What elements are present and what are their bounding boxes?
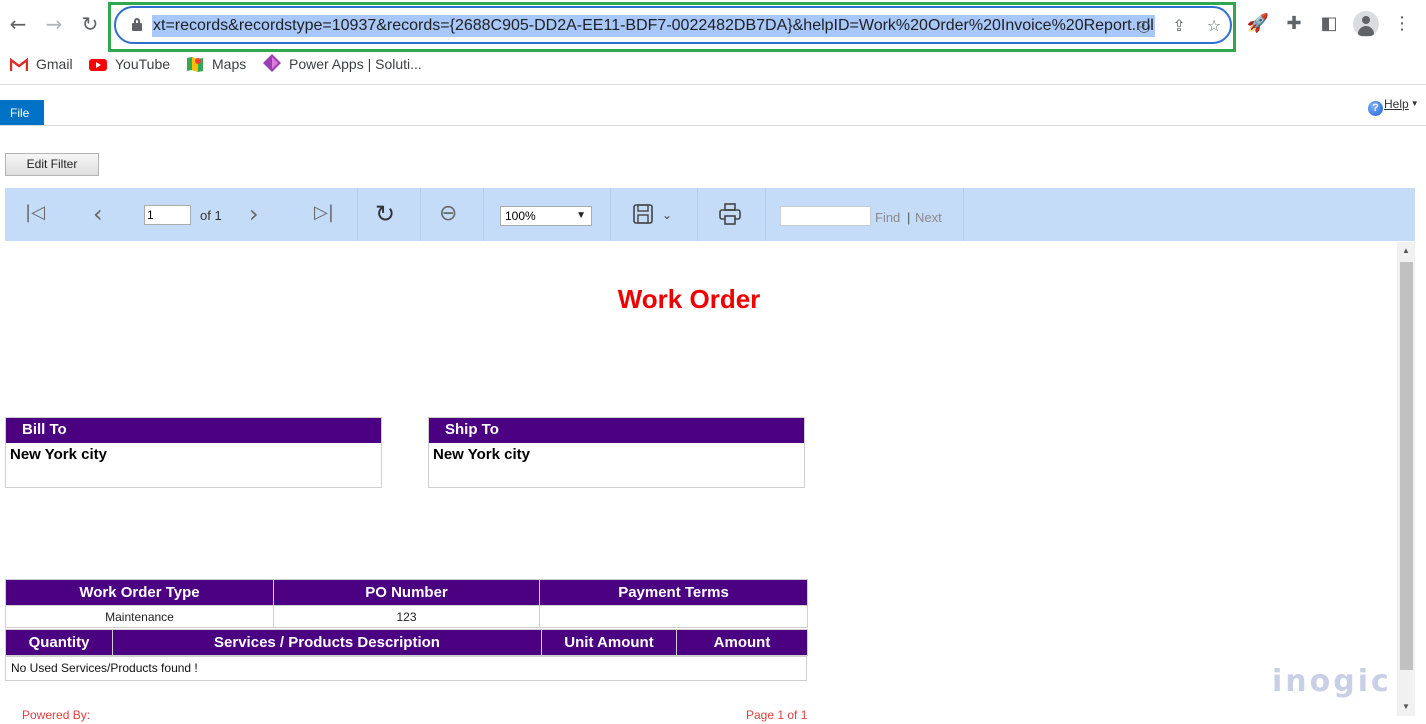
ship-to-header: Ship To: [429, 418, 804, 443]
page-indicator: Page 1 of 1: [746, 708, 808, 722]
side-panel-icon[interactable]: ◧: [1317, 12, 1341, 36]
report-title: Work Order: [617, 284, 761, 314]
ribbon-divider: [0, 125, 1426, 126]
bookmark-maps[interactable]: Maps: [186, 54, 246, 74]
header-quantity: Quantity: [5, 629, 113, 656]
export-save-icon[interactable]: [633, 204, 653, 228]
find-text-input[interactable]: [780, 206, 871, 226]
find-separator: |: [907, 210, 911, 225]
help-icon: ?: [1368, 101, 1383, 116]
url-text[interactable]: xt=records&recordstype=10937&records={26…: [152, 15, 1155, 37]
page-count-label: of 1: [200, 208, 222, 223]
profile-avatar[interactable]: [1353, 11, 1379, 37]
report-page: Work Order Bill To New York city Ship To…: [0, 242, 1397, 724]
po-number-value: 123: [273, 605, 540, 628]
header-po-number: PO Number: [273, 579, 540, 606]
report-toolbar: |◁ ‹ 1 of 1 › ▷| ↻ ⊖ 100% ▼ ⌄ Find | Next: [5, 188, 1415, 241]
more-menu-icon[interactable]: ⋮: [1390, 12, 1414, 36]
file-tab[interactable]: File: [0, 100, 44, 125]
back-to-parent-icon[interactable]: ⊖: [439, 201, 457, 226]
rocket-extension-icon[interactable]: 🚀: [1246, 12, 1270, 36]
chrome-divider: [0, 84, 1426, 85]
toolbar-separator: [963, 188, 964, 241]
share-icon[interactable]: ⇪: [1169, 16, 1189, 36]
forward-arrow-icon[interactable]: →: [42, 12, 66, 36]
last-page-icon[interactable]: ▷|: [314, 202, 334, 223]
toolbar-separator: [610, 188, 611, 241]
edit-filter-button[interactable]: Edit Filter: [5, 153, 99, 176]
toolbar-separator: [420, 188, 421, 241]
refresh-icon[interactable]: ↻: [375, 200, 395, 228]
summary-table: Work Order Type PO Number Payment Terms …: [5, 579, 808, 628]
previous-page-icon[interactable]: ‹: [93, 200, 103, 228]
find-next-link[interactable]: Next: [915, 210, 942, 225]
bill-to-value: New York city: [10, 446, 107, 463]
summary-value-row: Maintenance 123: [5, 605, 808, 628]
powered-by-label: Powered By:: [22, 708, 91, 722]
payment-terms-value: [539, 605, 808, 628]
empty-items-message: No Used Services/Products found !: [5, 656, 807, 681]
items-table: Quantity Services / Products Description…: [5, 629, 808, 656]
items-header-row: Quantity Services / Products Description…: [5, 629, 808, 656]
bill-to-header: Bill To: [6, 418, 381, 443]
bill-to-box: Bill To New York city: [5, 417, 382, 488]
extensions-puzzle-icon[interactable]: ✚: [1282, 12, 1306, 36]
reload-icon[interactable]: ↻: [78, 12, 102, 36]
scroll-up-icon[interactable]: ▲: [1402, 246, 1410, 255]
bookmarks-bar: Gmail YouTube Maps Power Apps | Soluti..…: [0, 50, 1426, 78]
header-work-order-type: Work Order Type: [5, 579, 274, 606]
inogic-watermark-logo: inogic: [1272, 664, 1392, 699]
toolbar-separator: [357, 188, 358, 241]
bookmark-star-icon[interactable]: ☆: [1204, 16, 1224, 36]
toolbar-separator: [483, 188, 484, 241]
next-page-icon[interactable]: ›: [249, 200, 259, 228]
toolbar-separator: [697, 188, 698, 241]
vertical-scrollbar[interactable]: ▲ ▼: [1397, 242, 1415, 716]
page-number-input[interactable]: 1: [144, 205, 191, 225]
power-apps-icon: [263, 54, 281, 72]
maps-icon: [186, 56, 204, 72]
summary-header-row: Work Order Type PO Number Payment Terms: [5, 579, 808, 606]
ship-to-value: New York city: [433, 446, 530, 463]
first-page-icon[interactable]: |◁: [25, 202, 45, 223]
bookmark-gmail[interactable]: Gmail: [9, 54, 73, 74]
toolbar-separator: [765, 188, 766, 241]
help-menu[interactable]: ? Help ▼: [1368, 95, 1419, 116]
ship-to-box: Ship To New York city: [428, 417, 805, 488]
back-arrow-icon[interactable]: ←: [6, 12, 30, 36]
browser-toolbar: ← → ↻ xt=records&recordstype=10937&recor…: [0, 0, 1426, 52]
caret-down-icon: ▼: [1410, 99, 1419, 108]
export-dropdown-chevron-icon[interactable]: ⌄: [662, 208, 672, 222]
zoom-select[interactable]: 100% ▼: [500, 206, 592, 226]
bookmark-power-apps[interactable]: Power Apps | Soluti...: [263, 54, 422, 74]
scroll-thumb[interactable]: [1400, 262, 1413, 670]
find-link[interactable]: Find: [875, 210, 900, 225]
chevron-down-icon: ▼: [576, 210, 586, 221]
header-unit-amount: Unit Amount: [541, 629, 677, 656]
print-icon[interactable]: [719, 203, 741, 229]
header-amount: Amount: [676, 629, 808, 656]
help-label: Help: [1384, 97, 1409, 111]
header-description: Services / Products Description: [112, 629, 542, 656]
gmail-icon: [9, 57, 29, 73]
work-order-type-value: Maintenance: [5, 605, 274, 628]
bookmark-youtube[interactable]: YouTube: [89, 54, 170, 74]
header-payment-terms: Payment Terms: [539, 579, 808, 606]
scroll-down-icon[interactable]: ▼: [1402, 702, 1410, 711]
youtube-icon: [89, 57, 107, 73]
lock-icon: [132, 18, 142, 31]
address-bar[interactable]: xt=records&recordstype=10937&records={26…: [114, 6, 1232, 44]
performance-icon[interactable]: ◴: [1134, 16, 1154, 36]
